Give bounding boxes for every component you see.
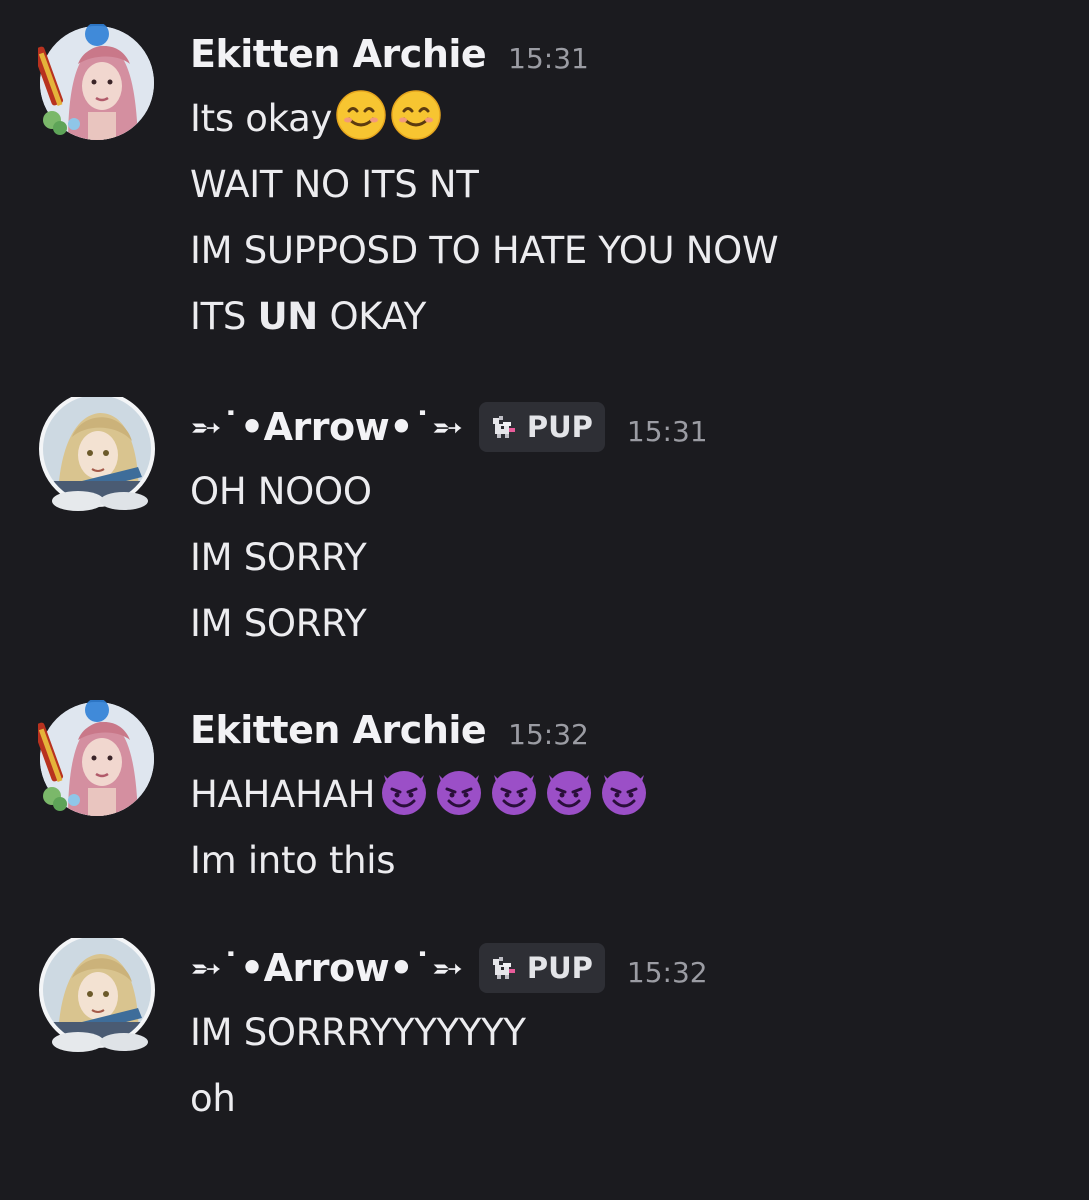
message-line: Im into this xyxy=(190,839,396,882)
smiling-devil-emoji-icon xyxy=(598,765,650,817)
message-header: Ekitten Archie 15:32 xyxy=(190,700,1069,760)
tag-label: PUP xyxy=(526,410,593,444)
smiling-devil-emoji-icon xyxy=(433,765,485,817)
pixel-wolf-icon xyxy=(492,957,515,979)
pink-hair-girl-avatar-icon xyxy=(38,24,154,140)
message-line: Its okay xyxy=(190,86,1069,152)
smiling-devil-emoji-icon xyxy=(378,765,430,817)
server-tag[interactable]: PUP xyxy=(478,943,605,993)
avatar[interactable] xyxy=(38,700,156,818)
smiling-devil-emoji-icon xyxy=(543,765,595,817)
message-line: oh xyxy=(190,1077,236,1120)
username[interactable]: ➵˙•Arrow•˙➵ xyxy=(190,946,463,990)
message-line: IM SORRY xyxy=(190,536,367,579)
message-line: ITS UN OKAY xyxy=(190,284,1069,350)
username[interactable]: Ekitten Archie xyxy=(190,708,487,752)
avatar[interactable] xyxy=(38,24,156,142)
pixel-wolf-icon xyxy=(492,416,515,438)
blonde-anime-character-avatar-icon xyxy=(39,938,155,1052)
message-text: ITS xyxy=(190,295,258,338)
server-tag[interactable]: PUP xyxy=(478,402,605,452)
message-text: Its okay xyxy=(190,97,333,140)
message-line: IM SORRY xyxy=(190,602,367,645)
timestamp: 15:32 xyxy=(626,955,708,989)
message-header: ➵˙•Arrow•˙➵ PUP 15:31 xyxy=(190,397,1069,457)
message-line: HAHAHAH xyxy=(190,762,1069,828)
timestamp: 15:31 xyxy=(626,414,708,448)
message-header: Ekitten Archie 15:31 xyxy=(190,24,1069,84)
message-line: WAIT NO ITS NT xyxy=(190,163,479,206)
avatar[interactable] xyxy=(38,397,156,515)
avatar[interactable] xyxy=(38,938,156,1056)
timestamp: 15:31 xyxy=(508,41,589,75)
username[interactable]: Ekitten Archie xyxy=(190,32,487,76)
bold-text: UN xyxy=(257,295,319,338)
pink-hair-girl-avatar-icon xyxy=(38,700,154,816)
timestamp: 15:32 xyxy=(508,717,589,751)
message-text: HAHAHAH xyxy=(190,773,376,816)
smiling-face-emoji-icon xyxy=(390,89,442,141)
smiling-face-emoji-icon xyxy=(335,89,387,141)
username[interactable]: ➵˙•Arrow•˙➵ xyxy=(190,405,463,449)
message-header: ➵˙•Arrow•˙➵ PUP 15:32 xyxy=(190,938,1069,998)
message-text: OKAY xyxy=(317,295,427,338)
blonde-anime-character-avatar-icon xyxy=(39,397,155,511)
message-line: IM SORRRYYYYYYY xyxy=(190,1011,526,1054)
smiling-devil-emoji-icon xyxy=(488,765,540,817)
message-line: OH NOOO xyxy=(190,470,372,513)
message-line: IM SUPPOSD TO HATE YOU NOW xyxy=(190,229,779,272)
tag-label: PUP xyxy=(526,951,593,985)
